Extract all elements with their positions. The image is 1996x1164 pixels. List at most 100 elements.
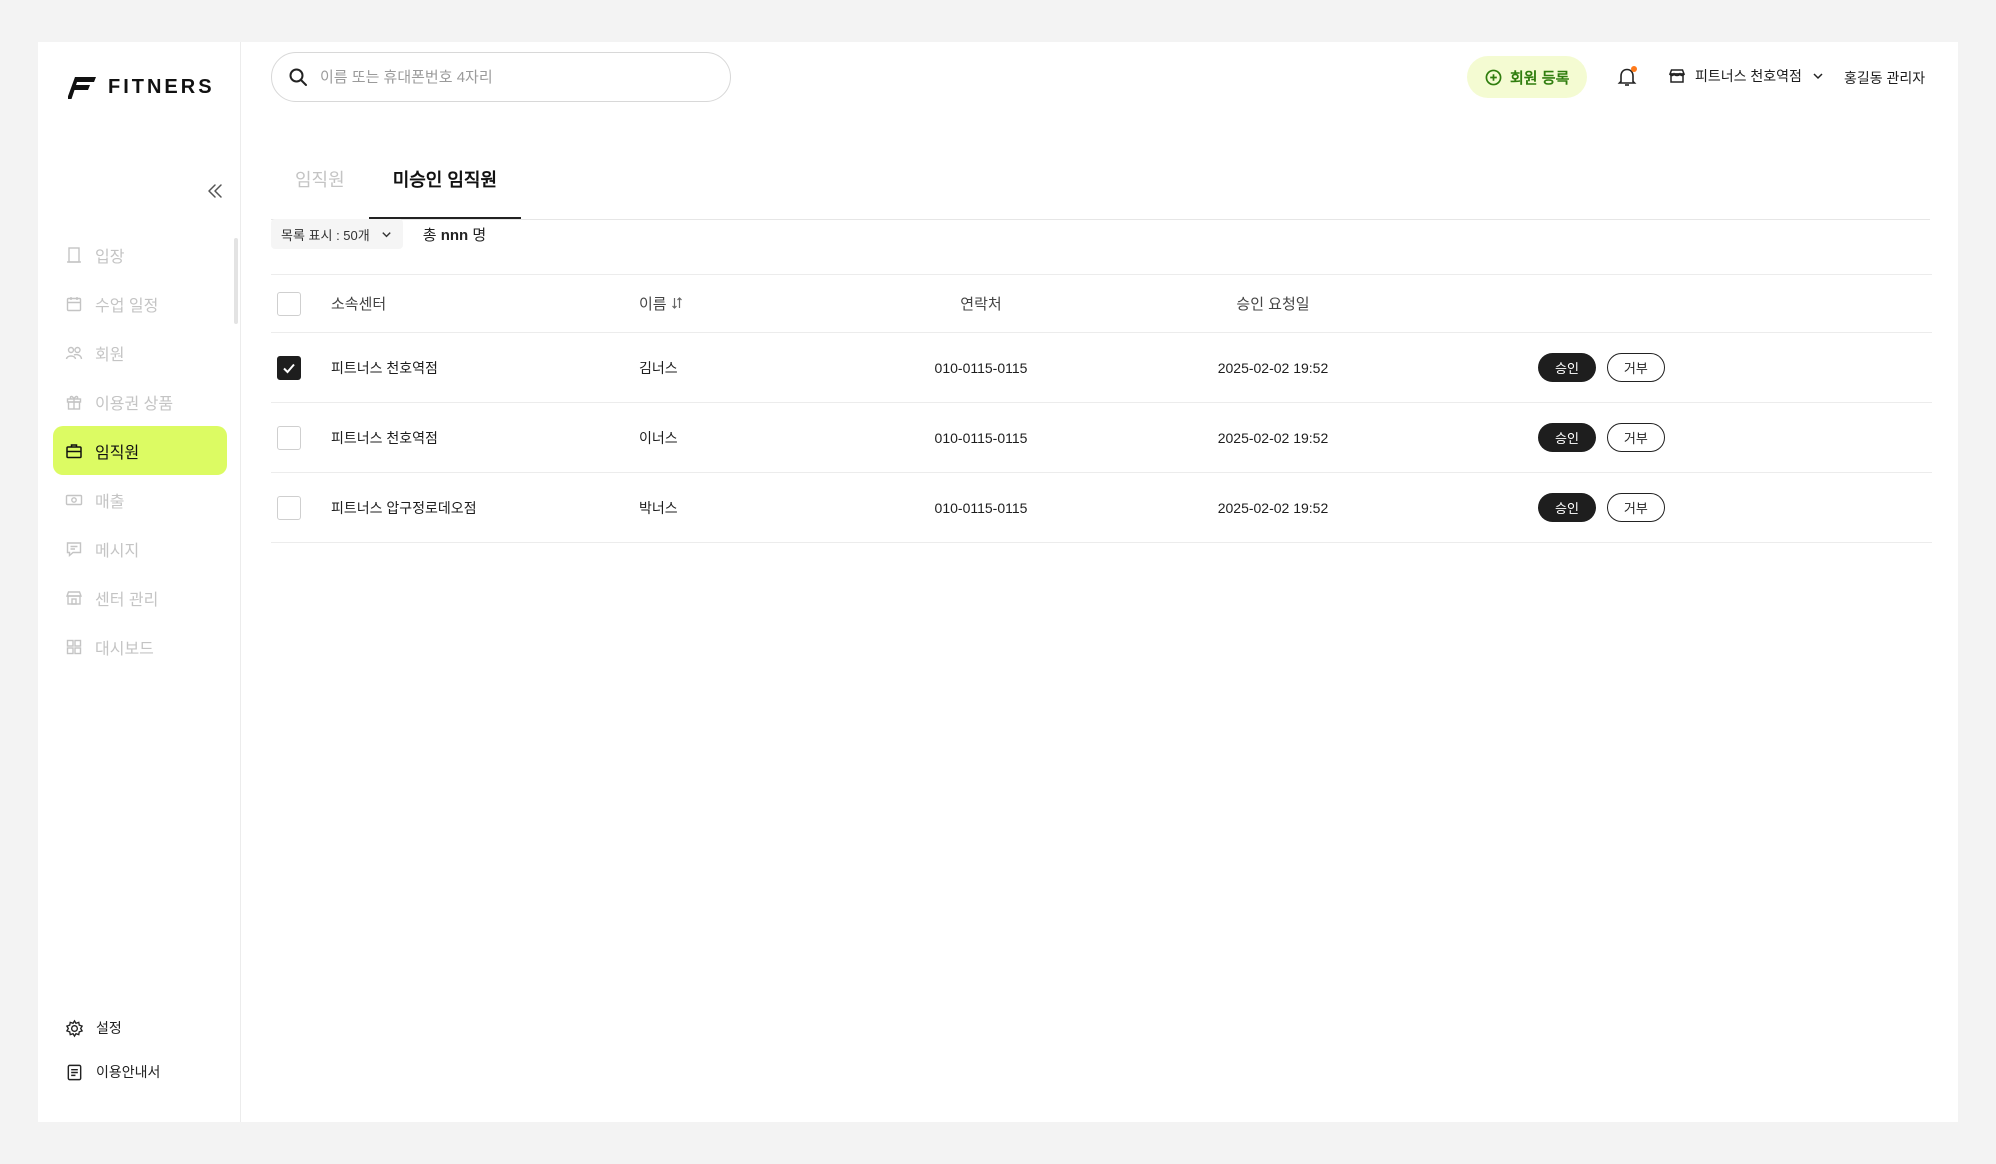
sidebar-item-sales[interactable]: 매출 bbox=[53, 475, 227, 524]
collapse-sidebar-button[interactable] bbox=[204, 180, 226, 202]
sidebar-item-employees[interactable]: 임직원 bbox=[53, 426, 227, 475]
row-actions: 승인 거부 bbox=[1538, 423, 1665, 452]
sidebar-item-label: 메시지 bbox=[95, 542, 140, 560]
plus-circle-icon bbox=[1485, 69, 1502, 85]
cell-phone: 010-0115-0115 bbox=[934, 429, 1028, 446]
sidebar-item-dashboard[interactable]: 대시보드 bbox=[53, 622, 227, 671]
sidebar-item-label: 수업 일정 bbox=[95, 297, 159, 315]
main-content: 회원 등록 피트너스 천호역점 홍길동 관리자 임직원 미승인 임직원 목록 표… bbox=[241, 42, 1958, 1122]
total-count: 총 nnn 명 bbox=[423, 224, 486, 245]
chevron-down-icon bbox=[1813, 73, 1823, 80]
logo[interactable]: FITNERS bbox=[68, 76, 215, 99]
sidebar-item-products[interactable]: 이용권 상품 bbox=[53, 377, 227, 426]
approve-button[interactable]: 승인 bbox=[1538, 493, 1596, 522]
center-selector[interactable]: 피트너스 천호역점 bbox=[1668, 66, 1825, 86]
sidebar-item-label: 매출 bbox=[95, 493, 125, 511]
calendar-icon bbox=[66, 296, 82, 311]
header-name[interactable]: 이름 bbox=[639, 293, 683, 314]
page-size-select[interactable]: 목록 표시 : 50개 bbox=[271, 219, 403, 249]
gear-icon bbox=[65, 1019, 84, 1037]
header-center: 소속센터 bbox=[331, 296, 387, 313]
sidebar-item-label: 입장 bbox=[95, 248, 125, 266]
table-row: 피트너스 천호역점 이너스 010-0115-0115 2025-02-02 1… bbox=[271, 403, 1932, 473]
row-checkbox[interactable] bbox=[277, 355, 301, 380]
sidebar-item-label: 센터 관리 bbox=[95, 591, 159, 609]
table-row: 피트너스 천호역점 김너스 010-0115-0115 2025-02-02 1… bbox=[271, 333, 1932, 403]
sidebar-item-members[interactable]: 회원 bbox=[53, 328, 227, 377]
cell-name: 이너스 bbox=[639, 429, 678, 446]
cell-phone: 010-0115-0115 bbox=[934, 499, 1028, 516]
door-icon bbox=[67, 246, 81, 263]
sidebar-item-schedule[interactable]: 수업 일정 bbox=[53, 279, 227, 328]
sort-icon bbox=[671, 297, 682, 309]
double-chevron-left-icon bbox=[208, 184, 222, 198]
check-icon bbox=[283, 363, 295, 373]
document-icon bbox=[67, 1064, 82, 1080]
cell-date: 2025-02-02 19:52 bbox=[1217, 499, 1329, 516]
row-checkbox[interactable] bbox=[277, 495, 301, 520]
header-name-label: 이름 bbox=[639, 296, 667, 313]
cell-center: 피트너스 천호역점 bbox=[331, 359, 438, 376]
sidebar-item-label: 대시보드 bbox=[95, 640, 154, 658]
search-icon bbox=[289, 68, 307, 86]
tab-bar: 임직원 미승인 임직원 bbox=[271, 128, 1930, 220]
cell-center: 피트너스 압구정로데오점 bbox=[331, 499, 477, 516]
list-toolbar: 목록 표시 : 50개 총 nnn 명 bbox=[271, 219, 486, 249]
sidebar-item-label: 이용권 상품 bbox=[95, 395, 174, 413]
store-icon bbox=[1668, 69, 1686, 83]
search-box[interactable] bbox=[271, 52, 731, 102]
notification-button[interactable] bbox=[1616, 66, 1638, 88]
select-all-checkbox[interactable] bbox=[277, 291, 301, 316]
header-date: 승인 요청일 bbox=[1236, 296, 1310, 313]
dashboard-icon bbox=[66, 639, 82, 654]
sidebar-item-label: 설정 bbox=[96, 1020, 122, 1036]
chevron-down-icon bbox=[382, 231, 391, 237]
reject-button[interactable]: 거부 bbox=[1606, 353, 1665, 382]
message-icon bbox=[66, 541, 82, 557]
money-icon bbox=[65, 494, 83, 505]
cell-name: 박너스 bbox=[639, 499, 678, 516]
header-phone: 연락처 bbox=[960, 296, 1002, 313]
sidebar-item-label: 이용안내서 bbox=[96, 1064, 161, 1080]
logo-mark-icon bbox=[68, 76, 96, 99]
approve-button[interactable]: 승인 bbox=[1538, 423, 1596, 452]
center-name: 피트너스 천호역점 bbox=[1695, 68, 1802, 84]
sidebar-bottom: 설정 이용안내서 bbox=[65, 1006, 160, 1094]
sidebar-nav: 입장 수업 일정 회원 이용권 상품 임직원 매출 메시지 센터 관리 대시보드 bbox=[53, 230, 227, 671]
tab-employees[interactable]: 임직원 bbox=[271, 166, 369, 219]
cell-center: 피트너스 천호역점 bbox=[331, 429, 438, 446]
cell-date: 2025-02-02 19:52 bbox=[1217, 429, 1329, 446]
sidebar-item-label: 회원 bbox=[95, 346, 125, 364]
row-checkbox[interactable] bbox=[277, 425, 301, 450]
notification-dot bbox=[1631, 66, 1637, 72]
admin-name[interactable]: 홍길동 관리자 bbox=[1844, 68, 1925, 88]
sidebar-item-messages[interactable]: 메시지 bbox=[53, 524, 227, 573]
page-size-label: 목록 표시 : 50개 bbox=[281, 227, 370, 243]
approve-button[interactable]: 승인 bbox=[1538, 353, 1596, 382]
total-prefix: 총 bbox=[422, 226, 437, 244]
total-value: nnn bbox=[440, 226, 469, 244]
sidebar-item-guide[interactable]: 이용안내서 bbox=[65, 1050, 160, 1094]
register-member-label: 회원 등록 bbox=[1510, 69, 1570, 87]
gift-icon bbox=[66, 395, 82, 410]
cell-name: 김너스 bbox=[639, 359, 678, 376]
tab-unapproved-employees[interactable]: 미승인 임직원 bbox=[368, 166, 522, 219]
sidebar-item-settings[interactable]: 설정 bbox=[65, 1006, 160, 1050]
reject-button[interactable]: 거부 bbox=[1606, 493, 1665, 522]
row-actions: 승인 거부 bbox=[1538, 353, 1665, 382]
employee-table: 소속센터 이름 연락처 승인 요청일 피트너스 천호역점 김너스 010-011… bbox=[271, 274, 1932, 543]
register-member-button[interactable]: 회원 등록 bbox=[1467, 56, 1588, 98]
sidebar-item-center-manage[interactable]: 센터 관리 bbox=[53, 573, 227, 622]
table-header-row: 소속센터 이름 연락처 승인 요청일 bbox=[271, 274, 1932, 333]
search-input[interactable] bbox=[320, 68, 700, 86]
total-suffix: 명 bbox=[472, 226, 487, 244]
sidebar: FITNERS 입장 수업 일정 회원 이용권 상품 임직원 매출 메시지 센터… bbox=[38, 42, 241, 1122]
store-icon bbox=[65, 590, 83, 605]
cell-date: 2025-02-02 19:52 bbox=[1217, 359, 1329, 376]
sidebar-scrollbar[interactable] bbox=[234, 238, 238, 324]
reject-button[interactable]: 거부 bbox=[1606, 423, 1665, 452]
sidebar-item-entry[interactable]: 입장 bbox=[53, 230, 227, 279]
app-window: FITNERS 입장 수업 일정 회원 이용권 상품 임직원 매출 메시지 센터… bbox=[38, 42, 1958, 1122]
table-row: 피트너스 압구정로데오점 박너스 010-0115-0115 2025-02-0… bbox=[271, 473, 1932, 543]
logo-text: FITNERS bbox=[108, 76, 215, 98]
